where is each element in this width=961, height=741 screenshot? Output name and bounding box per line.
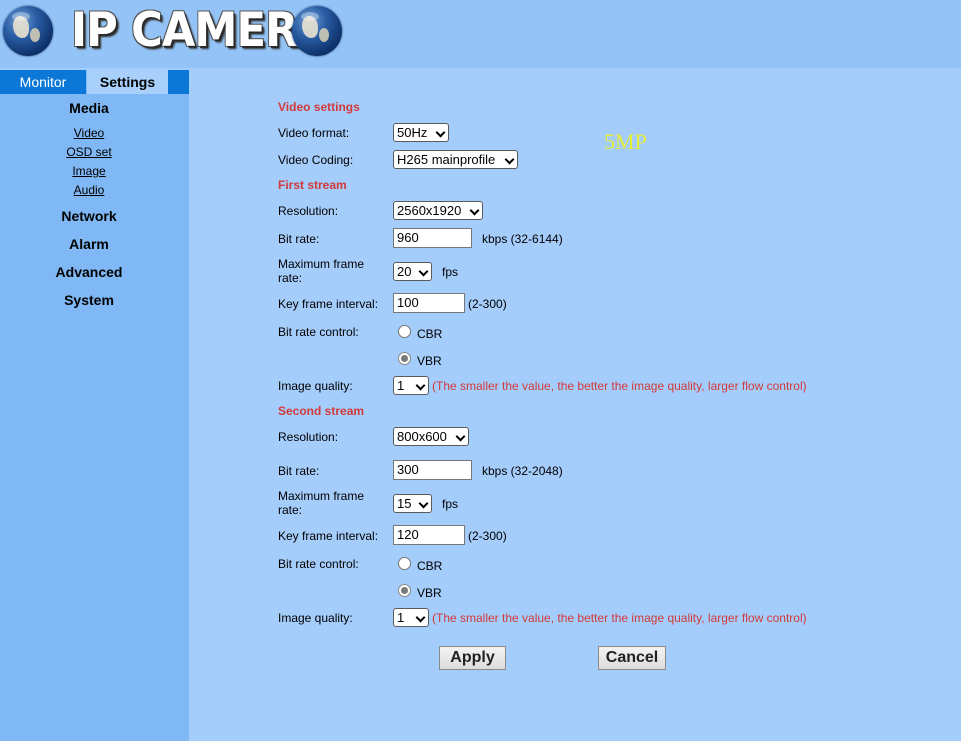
sidebar-item-alarm[interactable]: Alarm [0,236,178,252]
second-framerate-value: 15 [397,496,412,511]
chevron-down-icon [418,498,429,509]
section-first-stream: First stream [278,178,347,192]
first-quality-label: Image quality: [278,379,353,393]
sidebar-item-audio[interactable]: Audio [0,183,178,197]
sidebar-item-system[interactable]: System [0,292,178,308]
first-quality-value: 1 [397,378,405,393]
video-format-value: 50Hz [397,125,428,140]
second-quality-label: Image quality: [278,611,353,625]
first-brc-label: Bit rate control: [278,325,359,339]
first-bitrate-label: Bit rate: [278,232,320,246]
tab-monitor[interactable]: Monitor [0,70,86,94]
chevron-down-icon [415,380,426,391]
chevron-down-icon [469,205,480,216]
cancel-button[interactable]: Cancel [598,646,666,670]
sidebar-item-network[interactable]: Network [0,208,178,224]
video-coding-select[interactable]: H265 mainprofile [393,150,518,169]
second-framerate-select[interactable]: 15 [393,494,432,513]
first-cbr-label: CBR [417,327,443,341]
first-keyframe-range: (2-300) [468,297,507,311]
first-bitrate-input[interactable]: 960 [393,228,472,248]
globe-icon [3,6,53,56]
second-framerate-label: Maximum frame [278,489,365,503]
second-cbr-label: CBR [417,559,443,573]
first-vbr-label: VBR [417,354,442,368]
header-banner: IP CAMERA [0,0,961,68]
tab-settings[interactable]: Settings [87,70,168,94]
sidebar-item-osd-set[interactable]: OSD set [0,145,178,159]
video-format-select[interactable]: 50Hz [393,123,449,142]
tab-bar-filler [168,70,189,94]
chevron-down-icon [418,266,429,277]
second-keyframe-range: (2-300) [468,529,507,543]
first-framerate-label-2: rate: [278,271,303,285]
second-quality-select[interactable]: 1 [393,608,429,627]
second-bitrate-label: Bit rate: [278,464,320,478]
video-coding-label: Video Coding: [278,153,354,167]
first-keyframe-input[interactable]: 100 [393,293,465,313]
video-format-label: Video format: [278,126,350,140]
first-framerate-value: 20 [397,264,412,279]
first-cbr-radio[interactable] [398,325,411,338]
second-framerate-unit: fps [442,497,459,511]
first-resolution-select[interactable]: 2560x1920 [393,201,483,220]
sidebar: Monitor Settings Media Video OSD set Ima… [0,70,189,741]
sidebar-item-video[interactable]: Video [0,126,178,140]
sidebar-item-image[interactable]: Image [0,164,178,178]
resolution-watermark: 5MP [604,129,647,154]
apply-button[interactable]: Apply [439,646,506,670]
second-bitrate-input[interactable]: 300 [393,460,472,480]
second-resolution-value: 800x600 [397,429,447,444]
second-quality-value: 1 [397,610,405,625]
first-framerate-select[interactable]: 20 [393,262,432,281]
chevron-down-icon [504,154,515,165]
first-framerate-label: Maximum frame [278,257,365,271]
section-video-settings: Video settings [278,100,360,114]
second-bitrate-range: kbps (32-2048) [482,464,563,478]
second-vbr-radio[interactable] [398,584,411,597]
globe-icon [292,6,342,56]
video-coding-value: H265 mainprofile [397,152,496,167]
chevron-down-icon [455,431,466,442]
first-keyframe-label: Key frame interval: [278,297,379,311]
first-resolution-label: Resolution: [278,204,339,218]
chevron-down-icon [435,127,446,138]
second-brc-label: Bit rate control: [278,557,359,571]
second-keyframe-label: Key frame interval: [278,529,379,543]
chevron-down-icon [415,612,426,623]
first-vbr-radio[interactable] [398,352,411,365]
first-quality-note: (The smaller the value, the better the i… [432,379,807,393]
sidebar-item-media[interactable]: Media [0,100,178,116]
first-framerate-unit: fps [442,265,459,279]
second-quality-note: (The smaller the value, the better the i… [432,611,807,625]
first-quality-select[interactable]: 1 [393,376,429,395]
first-resolution-value: 2560x1920 [397,203,462,218]
second-cbr-radio[interactable] [398,557,411,570]
second-framerate-label-2: rate: [278,503,303,517]
second-resolution-label: Resolution: [278,430,339,444]
second-resolution-select[interactable]: 800x600 [393,427,469,446]
sidebar-item-advanced[interactable]: Advanced [0,264,178,280]
section-second-stream: Second stream [278,404,365,418]
first-bitrate-range: kbps (32-6144) [482,232,563,246]
second-keyframe-input[interactable]: 120 [393,525,465,545]
second-vbr-label: VBR [417,586,442,600]
